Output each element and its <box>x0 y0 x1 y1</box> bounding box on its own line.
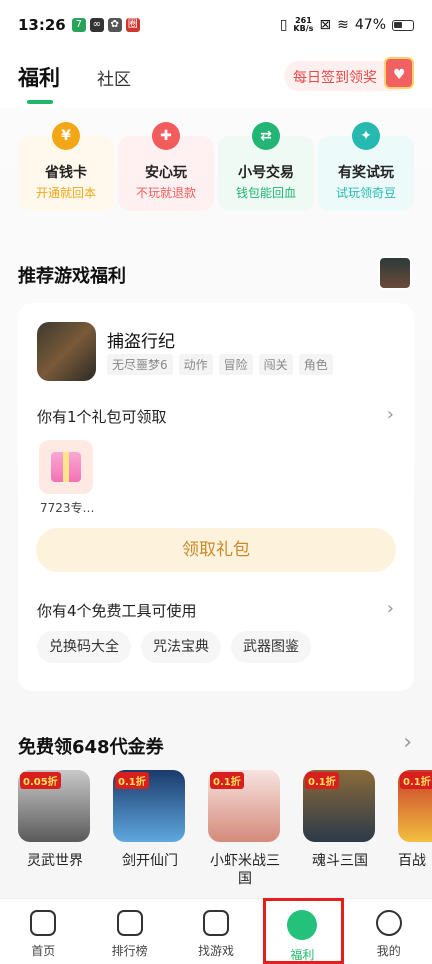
net-speed-unit: KB/s <box>293 24 314 33</box>
gift-package-icon[interactable] <box>39 440 93 494</box>
claim-gift-button[interactable]: 领取礼包 <box>36 528 396 572</box>
discount-badge: 0.1折 <box>305 772 339 789</box>
card-title: 有奖试玩 <box>338 165 394 181</box>
coupon-game-item[interactable]: 0.1折 剑开仙门 <box>113 770 187 888</box>
recommend-card: 捕盗行纪 无尽噩梦6 动作 冒险 闯关 角色 你有1个礼包可领取 › 7723专… <box>18 303 414 691</box>
chevron-right-icon[interactable]: › <box>387 598 394 619</box>
game-name[interactable]: 捕盗行纪 <box>107 327 175 352</box>
game-tag: 无尽噩梦6 <box>107 354 173 375</box>
exchange-icon: ⇄ <box>252 122 280 150</box>
checkin-label: 每日签到领奖 <box>293 70 377 86</box>
card-title: 省钱卡 <box>45 165 87 181</box>
coupon-game-name: 剑开仙门 <box>122 853 178 869</box>
feature-card-trial[interactable]: ✦ 有奖试玩 试玩领奇豆 <box>318 122 414 211</box>
top-header: 福利 社区 每日签到领奖 <box>0 50 432 108</box>
coin-icon: ¥ <box>52 122 80 150</box>
nav-item-welfare[interactable]: 福利 <box>259 899 345 964</box>
game-icon: 0.05折 <box>18 770 90 842</box>
home-icon <box>30 910 57 936</box>
coupon-game-item[interactable]: 0.05折 灵武世界 <box>18 770 92 888</box>
net-speed: 261 KB/s <box>293 17 313 33</box>
coupon-game-item[interactable]: 0.1折 魂斗三国 <box>303 770 377 888</box>
ranking-icon <box>116 910 143 936</box>
game-icon: 0.1折 <box>113 770 185 842</box>
gamepad-icon <box>202 910 229 936</box>
tool-chip[interactable]: 武器图鉴 <box>231 631 311 663</box>
tab-community[interactable]: 社区 <box>97 65 131 90</box>
discount-badge: 0.1折 <box>115 772 149 789</box>
tab-welfare[interactable]: 福利 <box>18 62 60 92</box>
nav-item-home[interactable]: 首页 <box>0 899 86 964</box>
vibrate-icon: ▯ <box>279 17 288 33</box>
discount-badge: 0.1折 <box>400 772 432 789</box>
gift-name: 7723专… <box>40 501 95 515</box>
sim-icon: ⊠ <box>319 17 332 33</box>
daily-checkin-button[interactable]: 每日签到领奖 <box>284 57 414 91</box>
chevron-right-icon[interactable]: › <box>403 730 412 755</box>
battery-percent: 47% <box>354 17 386 33</box>
gift-row-label[interactable]: 你有1个礼包可领取 <box>37 406 167 427</box>
discount-badge: 0.05折 <box>20 772 61 789</box>
feature-card-safe-play[interactable]: ✚ 安心玩 不玩就退款 <box>118 122 214 211</box>
wifi-icon: ≋ <box>337 17 349 33</box>
nav-label: 找游戏 <box>197 944 234 958</box>
nav-item-profile[interactable]: 我的 <box>346 899 432 964</box>
tool-chip[interactable]: 兑换码大全 <box>37 631 131 663</box>
coupon-game-name: 百战 <box>398 853 426 869</box>
game-icon[interactable] <box>37 322 96 381</box>
welfare-icon <box>287 910 318 940</box>
section-title-coupons: 免费领648代金券 <box>18 737 164 758</box>
tools-row-label[interactable]: 你有4个免费工具可使用 <box>37 600 197 621</box>
feature-cards: ¥ 省钱卡 开通就回本 ✚ 安心玩 不玩就退款 ⇄ 小号交易 钱包能回血 ✦ 有… <box>18 122 414 211</box>
card-title: 安心玩 <box>145 165 187 181</box>
nav-label: 福利 <box>290 948 315 962</box>
status-bar: 13:26 7 ∞ ✿ 圈 ▯ 261 KB/s ⊠ ≋ 47% <box>0 0 432 50</box>
battery-icon <box>392 19 414 31</box>
coupon-game-item[interactable]: 0.1折 小虾米战三国 <box>208 770 282 888</box>
card-subtitle: 不玩就退款 <box>135 186 196 200</box>
nav-item-ranking[interactable]: 排行榜 <box>86 899 172 964</box>
tool-chip[interactable]: 咒法宝典 <box>141 631 221 663</box>
app-notification-icon: 圈 <box>125 18 140 32</box>
profile-icon <box>375 910 402 936</box>
nav-item-find-games[interactable]: 找游戏 <box>173 899 259 964</box>
app-notification-icon: ∞ <box>89 18 104 32</box>
game-tags: 无尽噩梦6 动作 冒险 闯关 角色 <box>107 354 333 375</box>
nav-label: 我的 <box>376 944 401 958</box>
feature-card-savings[interactable]: ¥ 省钱卡 开通就回本 <box>18 122 114 211</box>
card-subtitle: 试玩领奇豆 <box>335 186 396 200</box>
feature-card-account-trade[interactable]: ⇄ 小号交易 钱包能回血 <box>218 122 314 211</box>
card-subtitle: 钱包能回血 <box>235 186 296 200</box>
game-tag: 冒险 <box>218 354 253 375</box>
card-title: 小号交易 <box>238 165 294 181</box>
card-subtitle: 开通就回本 <box>35 186 96 200</box>
tab-indicator <box>27 100 53 104</box>
game-tag: 闯关 <box>258 354 293 375</box>
nav-label: 排行榜 <box>111 944 148 958</box>
gamepad-icon: ✚ <box>152 122 180 150</box>
bottom-nav: 首页 排行榜 找游戏 福利 我的 <box>0 898 432 964</box>
app-notification-icon: 7 <box>71 18 86 32</box>
calendar-icon <box>384 57 414 89</box>
coupon-games: 0.05折 灵武世界 0.1折 剑开仙门 0.1折 小虾米战三国 0.1折 魂斗… <box>18 770 432 888</box>
coupon-game-name: 魂斗三国 <box>312 853 368 869</box>
game-icon: 0.1折 <box>303 770 375 842</box>
game-icon: 0.1折 <box>398 770 432 842</box>
coupon-game-item[interactable]: 0.1折 百战 <box>398 770 432 888</box>
app-notification-icon: ✿ <box>107 18 122 32</box>
section-title-recommend: 推荐游戏福利 <box>18 266 126 287</box>
game-thumbnail[interactable] <box>378 256 412 290</box>
status-time: 13:26 <box>18 16 66 34</box>
coupon-game-name: 小虾米战三国 <box>210 853 280 887</box>
game-icon: 0.1折 <box>208 770 280 842</box>
nav-label: 首页 <box>31 944 56 958</box>
discount-badge: 0.1折 <box>210 772 244 789</box>
coupon-game-name: 灵武世界 <box>27 853 83 869</box>
game-tag: 动作 <box>178 354 213 375</box>
tool-chips: 兑换码大全 咒法宝典 武器图鉴 <box>37 631 311 663</box>
gift-icon: ✦ <box>352 122 380 150</box>
chevron-right-icon[interactable]: › <box>387 404 394 425</box>
game-tag: 角色 <box>298 354 333 375</box>
